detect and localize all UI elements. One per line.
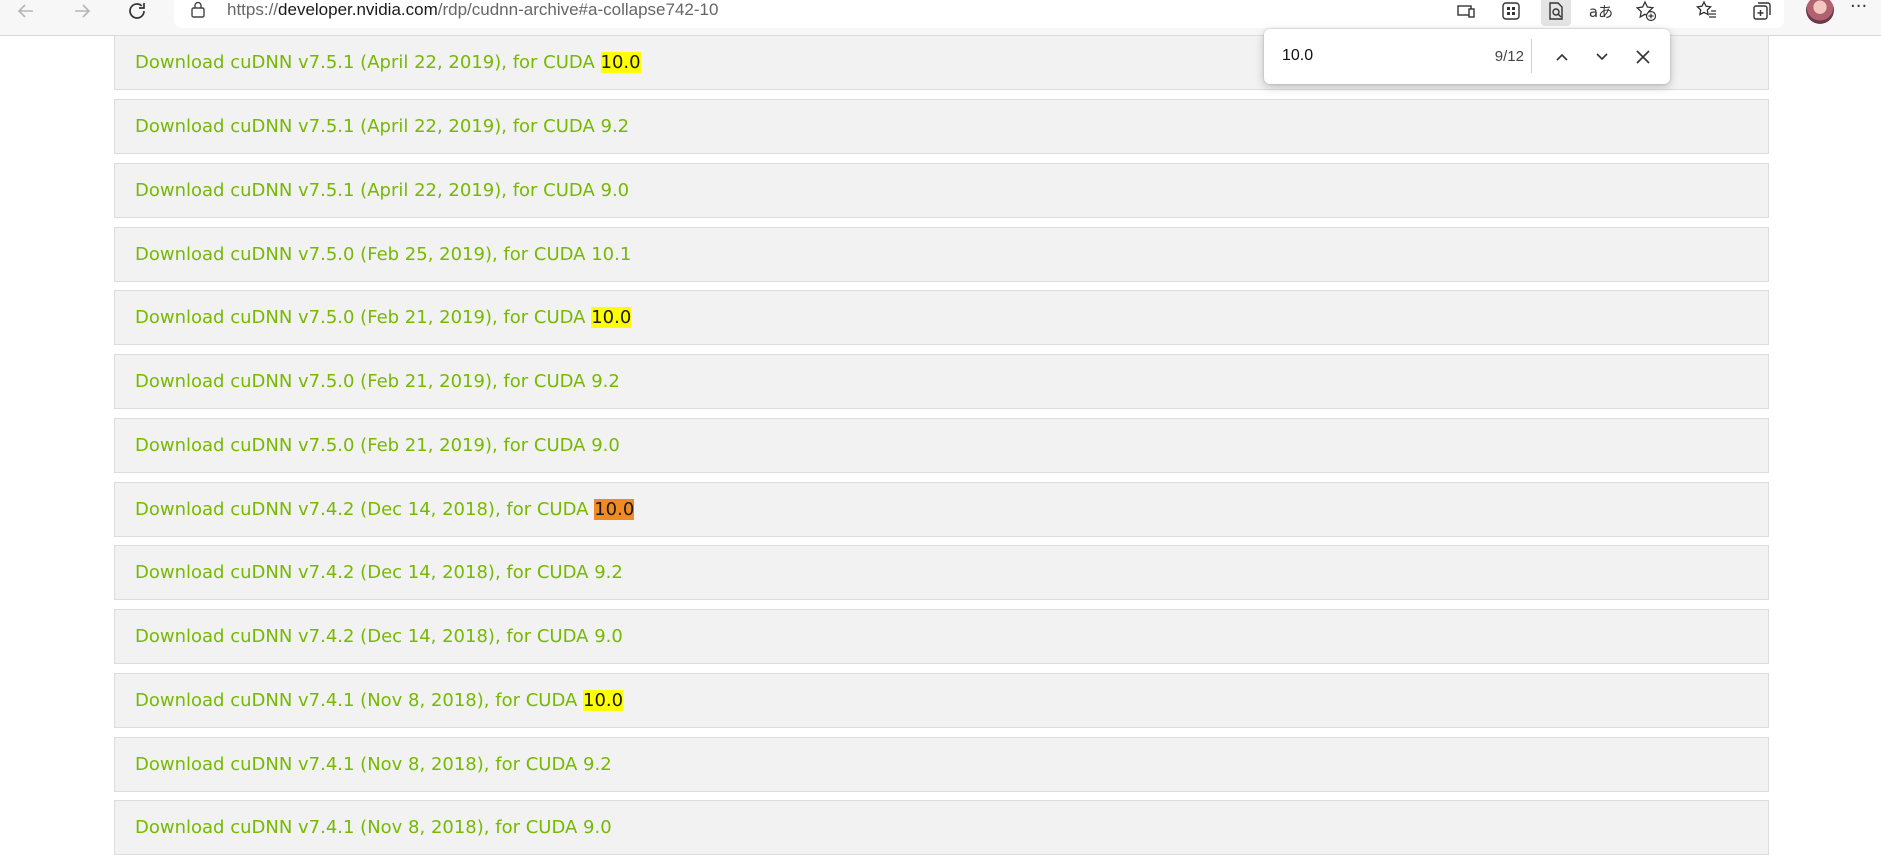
download-link[interactable]: Download cuDNN v7.5.0 (Feb 21, 2019), fo… (135, 371, 620, 392)
download-item: Download cuDNN v7.5.0 (Feb 21, 2019), fo… (114, 418, 1769, 473)
find-previous-button[interactable] (1547, 42, 1577, 72)
download-link-text: Download cuDNN v7.5.0 (Feb 21, 2019), fo… (135, 307, 592, 328)
download-link-text: Download cuDNN v7.4.1 (Nov 8, 2018), for… (135, 754, 584, 775)
favorites-icon[interactable] (1692, 0, 1722, 26)
find-icon[interactable] (1541, 0, 1571, 26)
download-item: Download cuDNN v7.5.1 (April 22, 2019), … (114, 163, 1769, 218)
url-scheme: https:// (227, 0, 279, 19)
apps-icon[interactable] (1496, 0, 1526, 26)
url-host: developer.nvidia.com (278, 0, 438, 19)
download-link-text: Download cuDNN v7.5.1 (April 22, 2019), … (135, 52, 601, 73)
download-item: Download cuDNN v7.4.2 (Dec 14, 2018), fo… (114, 609, 1769, 664)
download-item: Download cuDNN v7.5.0 (Feb 21, 2019), fo… (114, 354, 1769, 409)
translate-icon[interactable]: aあ (1586, 0, 1616, 26)
download-link[interactable]: Download cuDNN v7.5.1 (April 22, 2019), … (135, 180, 629, 201)
download-link-text: Download cuDNN v7.5.0 (Feb 21, 2019), fo… (135, 371, 592, 392)
cuda-version: 9.2 (594, 562, 623, 583)
collections-icon[interactable] (1747, 0, 1777, 26)
download-item: Download cuDNN v7.4.1 (Nov 8, 2018), for… (114, 737, 1769, 792)
find-next-button[interactable] (1587, 42, 1617, 72)
cuda-version: 9.2 (591, 371, 620, 392)
current-find-match: 10.0 (594, 499, 635, 520)
download-link-text: Download cuDNN v7.5.1 (April 22, 2019), … (135, 180, 601, 201)
download-link-text: Download cuDNN v7.5.0 (Feb 21, 2019), fo… (135, 435, 592, 456)
download-link-text: Download cuDNN v7.4.1 (Nov 8, 2018), for… (135, 817, 584, 838)
find-input[interactable] (1282, 44, 1462, 68)
find-divider (1531, 39, 1532, 73)
download-link-text: Download cuDNN v7.4.2 (Dec 14, 2018), fo… (135, 499, 595, 520)
download-item: Download cuDNN v7.4.2 (Dec 14, 2018), fo… (114, 482, 1769, 537)
download-link-text: Download cuDNN v7.4.2 (Dec 14, 2018), fo… (135, 562, 595, 583)
more-icon[interactable]: ··· (1850, 0, 1867, 17)
download-link[interactable]: Download cuDNN v7.5.0 (Feb 25, 2019), fo… (135, 244, 631, 265)
download-item: Download cuDNN v7.5.1 (April 22, 2019), … (114, 99, 1769, 154)
download-link-text: Download cuDNN v7.5.0 (Feb 25, 2019), fo… (135, 244, 592, 265)
cuda-version: 10.1 (591, 244, 632, 265)
download-link[interactable]: Download cuDNN v7.4.2 (Dec 14, 2018), fo… (135, 499, 635, 520)
url-path: /rdp/cudnn-archive#a-collapse742-10 (437, 0, 719, 19)
find-match-highlight: 10.0 (583, 690, 624, 711)
download-item: Download cuDNN v7.5.0 (Feb 25, 2019), fo… (114, 227, 1769, 282)
find-match-highlight: 10.0 (591, 307, 632, 328)
download-link[interactable]: Download cuDNN v7.4.1 (Nov 8, 2018), for… (135, 817, 612, 838)
download-link[interactable]: Download cuDNN v7.4.1 (Nov 8, 2018), for… (135, 754, 612, 775)
find-match-highlight: 10.0 (600, 52, 641, 73)
lock-icon[interactable] (190, 0, 206, 22)
find-bar: 9/12 (1264, 29, 1670, 84)
cuda-version: 9.0 (591, 435, 620, 456)
cuda-version: 9.0 (583, 817, 612, 838)
download-link[interactable]: Download cuDNN v7.5.1 (April 22, 2019), … (135, 52, 641, 73)
download-link[interactable]: Download cuDNN v7.5.0 (Feb 21, 2019), fo… (135, 435, 620, 456)
download-link-text: Download cuDNN v7.5.1 (April 22, 2019), … (135, 116, 601, 137)
profile-avatar[interactable] (1806, 0, 1834, 24)
download-item: Download cuDNN v7.4.1 (Nov 8, 2018), for… (114, 800, 1769, 855)
download-link[interactable]: Download cuDNN v7.4.1 (Nov 8, 2018), for… (135, 690, 624, 711)
refresh-icon[interactable] (122, 0, 152, 26)
forward-icon[interactable] (67, 0, 97, 26)
cuda-version: 9.2 (583, 754, 612, 775)
download-link[interactable]: Download cuDNN v7.4.2 (Dec 14, 2018), fo… (135, 626, 623, 647)
download-link[interactable]: Download cuDNN v7.5.1 (April 22, 2019), … (135, 116, 629, 137)
device-icon[interactable] (1451, 0, 1481, 26)
download-item: Download cuDNN v7.4.2 (Dec 14, 2018), fo… (114, 545, 1769, 600)
back-icon[interactable] (11, 0, 41, 26)
download-link[interactable]: Download cuDNN v7.5.0 (Feb 21, 2019), fo… (135, 307, 632, 328)
add-favorite-icon[interactable] (1631, 0, 1661, 26)
find-match-count: 9/12 (1494, 48, 1524, 65)
find-close-button[interactable] (1628, 42, 1658, 72)
download-link[interactable]: Download cuDNN v7.4.2 (Dec 14, 2018), fo… (135, 562, 623, 583)
download-link-text: Download cuDNN v7.4.2 (Dec 14, 2018), fo… (135, 626, 595, 647)
cuda-version: 9.0 (594, 626, 623, 647)
cuda-version: 9.0 (600, 180, 630, 201)
download-link-text: Download cuDNN v7.4.1 (Nov 8, 2018), for… (135, 690, 584, 711)
url-text[interactable]: https://developer.nvidia.com/rdp/cudnn-a… (227, 0, 718, 20)
download-item: Download cuDNN v7.4.1 (Nov 8, 2018), for… (114, 673, 1769, 728)
cuda-version: 9.2 (600, 116, 630, 137)
download-item: Download cuDNN v7.5.0 (Feb 21, 2019), fo… (114, 290, 1769, 345)
